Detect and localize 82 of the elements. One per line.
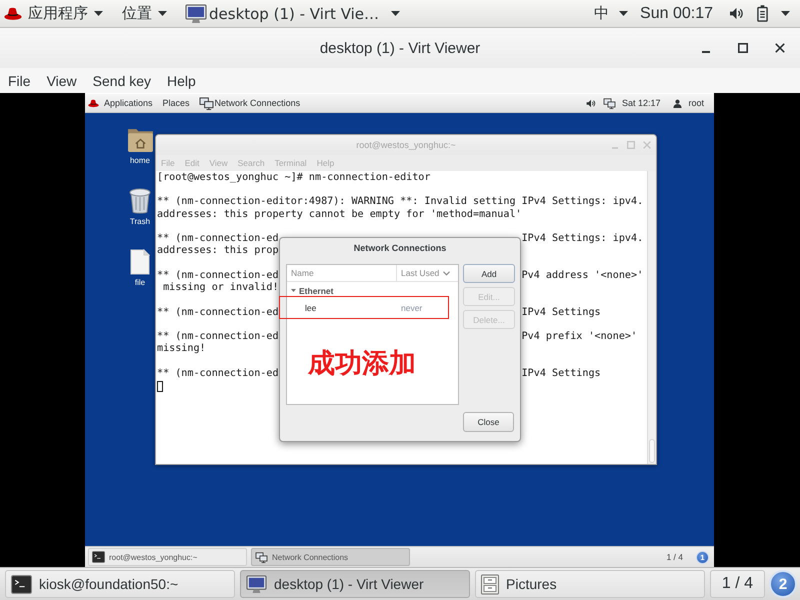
terminal-line: addresses: this prop bbox=[157, 245, 279, 258]
terminal-line: ** (nm-connection-ed bbox=[157, 368, 279, 380]
window-title: desktop (1) - Virt Viewer bbox=[320, 40, 480, 56]
menu-item[interactable]: Help bbox=[167, 72, 196, 88]
caret-icon bbox=[94, 11, 103, 16]
terminal-title: root@westos_yonghuc:~ bbox=[356, 140, 456, 150]
menu-item[interactable]: Send key bbox=[92, 72, 152, 88]
caret-icon bbox=[391, 11, 400, 16]
file-icon[interactable] bbox=[130, 249, 150, 275]
maximize-icon bbox=[738, 43, 748, 53]
active-app-menu[interactable]: Network Connections bbox=[198, 96, 300, 110]
top-menu[interactable]: Applications bbox=[104, 98, 153, 108]
caret-icon bbox=[619, 11, 628, 16]
minimize-icon bbox=[702, 51, 710, 53]
volume-icon bbox=[586, 98, 596, 108]
dialog-title: Network Connections bbox=[352, 242, 448, 254]
network-icon bbox=[602, 98, 616, 108]
home-folder-icon[interactable] bbox=[126, 126, 154, 153]
caret-icon bbox=[158, 11, 167, 16]
user-icon bbox=[673, 98, 682, 108]
battery-icon bbox=[757, 5, 768, 22]
user-menu[interactable]: root bbox=[673, 98, 704, 108]
close-icon bbox=[775, 43, 785, 53]
desktop-icon-label[interactable]: file bbox=[134, 278, 146, 288]
top-menu[interactable]: 应用程序 bbox=[28, 0, 103, 27]
menu-item[interactable]: File bbox=[8, 72, 31, 88]
hat-logo-icon[interactable] bbox=[88, 98, 99, 108]
monitor-icon bbox=[185, 4, 207, 24]
close-icon bbox=[643, 141, 651, 149]
monitor-icon bbox=[246, 574, 267, 594]
window-list-menu[interactable]: desktop (1) - Virt Vie… bbox=[185, 0, 400, 27]
taskbar-item[interactable]: desktop (1) - Virt Viewer bbox=[240, 570, 470, 598]
input-method-menu[interactable]: 中 bbox=[594, 0, 628, 27]
terminal-line: IPv4 Settings: ipv4. bbox=[522, 233, 644, 246]
terminal-line: ** (nm-connection-ed bbox=[157, 331, 279, 343]
terminal-icon bbox=[11, 574, 32, 594]
expander-icon[interactable] bbox=[291, 288, 296, 293]
workspace-switcher[interactable]: 1 / 4 bbox=[666, 552, 683, 562]
terminal-line: missing or invalid! bbox=[162, 282, 279, 294]
terminal-line: ** (nm-connection-ed bbox=[157, 270, 279, 282]
workspace-switcher[interactable]: 1 / 4 bbox=[710, 570, 765, 598]
hat-logo-icon[interactable] bbox=[4, 6, 22, 20]
top-menu[interactable]: 位置 bbox=[122, 0, 167, 27]
close-button[interactable]: Close bbox=[463, 412, 514, 432]
network-icon bbox=[198, 96, 214, 110]
annotation-text: 成功添加 bbox=[308, 348, 416, 380]
minimize-icon bbox=[612, 147, 618, 149]
trash-icon[interactable] bbox=[129, 188, 151, 214]
terminal-line: ** (nm-connection-ed bbox=[157, 306, 279, 319]
caret-icon bbox=[781, 11, 790, 16]
taskbar-item[interactable]: Pictures bbox=[475, 570, 705, 598]
terminal-line: Pv4 prefix '<none>' bbox=[522, 331, 638, 344]
maximize-icon bbox=[627, 141, 635, 149]
desktop-icon-label[interactable]: Trash bbox=[130, 217, 150, 227]
taskbar-item[interactable]: root@westos_yonghuc:~ bbox=[88, 548, 247, 566]
clock[interactable]: Sat 12:17 bbox=[622, 98, 660, 108]
network-icon bbox=[255, 552, 268, 562]
terminal-icon bbox=[92, 551, 105, 563]
terminal-line: [root@westos_yonghuc ~]# nm-connection-editor bbox=[157, 172, 430, 184]
dialog-button[interactable]: Add bbox=[463, 264, 515, 283]
terminal-line: ** (nm-connection-editor:4987): WARNING **: Invalid setting IPv4 Settings: ipv4. bbox=[157, 196, 644, 209]
terminal-line: Pv4 address '<none>' bbox=[522, 270, 644, 282]
scrollbar[interactable] bbox=[647, 171, 656, 464]
terminal-line: ** (nm-connection-ed bbox=[157, 233, 279, 245]
cabinet-icon bbox=[481, 574, 499, 594]
cursor-icon bbox=[157, 380, 163, 392]
desktop-icon-label[interactable]: home bbox=[130, 156, 150, 166]
clock[interactable]: Sun 00:17 bbox=[640, 4, 713, 22]
connection-name[interactable]: lee bbox=[287, 302, 397, 312]
taskbar-item[interactable]: kiosk@foundation50:~ bbox=[5, 570, 235, 598]
taskbar-item[interactable]: Network Connections bbox=[251, 548, 410, 566]
terminal-line: addresses: this property cannot be empty for 'method=manual' bbox=[157, 208, 522, 221]
top-menu[interactable]: Places bbox=[162, 98, 190, 108]
terminal-line: missing! bbox=[157, 343, 206, 356]
last-used: never bbox=[400, 302, 424, 312]
terminal-line: IPv4 Settings bbox=[522, 306, 601, 319]
group-label: Ethernet bbox=[299, 286, 334, 296]
volume-icon bbox=[729, 7, 744, 20]
scrollbar-thumb[interactable] bbox=[649, 439, 655, 463]
menu-item[interactable]: View bbox=[46, 72, 77, 88]
chevron-down-icon bbox=[443, 270, 450, 276]
terminal-line: IPv4 Settings bbox=[522, 368, 601, 380]
